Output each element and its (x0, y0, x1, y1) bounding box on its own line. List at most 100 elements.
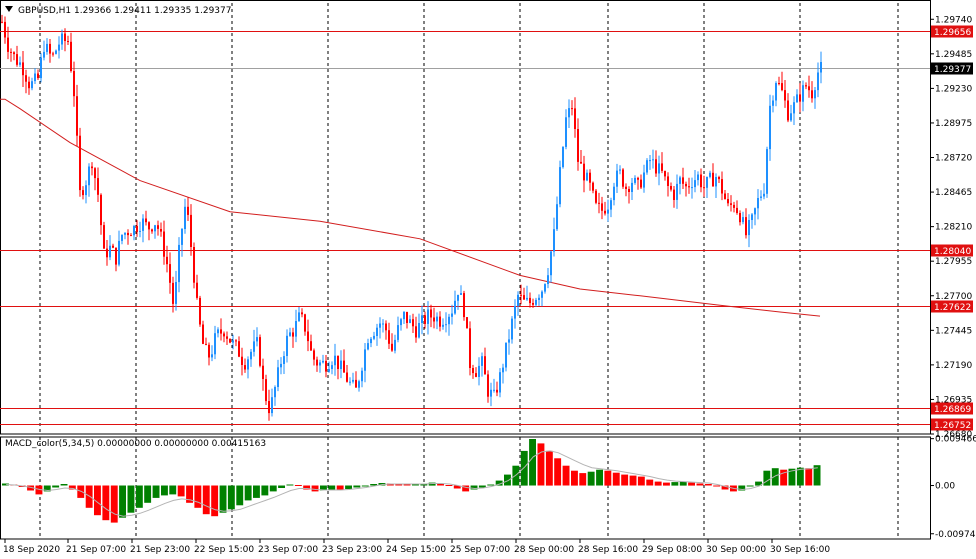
y-tick-label: 1.27955 (935, 257, 972, 267)
candle-body (403, 311, 405, 320)
candle-body (598, 202, 600, 204)
candle-body (154, 225, 156, 232)
candle-body (631, 182, 633, 192)
candle-body (610, 200, 612, 210)
candle-body (802, 85, 804, 102)
candle-body (13, 52, 15, 55)
macd-bar (713, 485, 721, 487)
candle-body (637, 177, 639, 180)
candle-body (334, 355, 336, 366)
candle-body (241, 356, 243, 365)
candle-body (742, 217, 744, 223)
macd-y-tick-label: 0.0094662 (935, 435, 976, 445)
candle-body (388, 330, 390, 344)
candle-body (271, 397, 273, 414)
candle-body (382, 323, 384, 325)
candle-body (412, 319, 414, 327)
candle-body (748, 220, 750, 236)
candle-body (280, 363, 282, 368)
candle-body (685, 183, 687, 187)
candle-body (817, 72, 819, 91)
macd-bar (227, 485, 235, 510)
macd-bar (805, 468, 813, 486)
candle-body (424, 315, 426, 324)
candle-body (220, 329, 222, 334)
macd-bar (102, 485, 110, 521)
candle-body (745, 217, 747, 236)
candle-body (481, 356, 483, 366)
candle-body (607, 209, 609, 214)
candle-body (106, 248, 108, 258)
macd-bar (571, 470, 578, 486)
y-tick-label: 1.28210 (935, 223, 972, 233)
candle-body (307, 331, 309, 342)
candle-body (553, 229, 555, 252)
candle-body (376, 327, 378, 336)
candle-body (556, 204, 558, 230)
macd-bar (587, 471, 595, 486)
macd-bar (194, 485, 202, 508)
candle-body (496, 389, 498, 393)
candle-body (304, 314, 306, 332)
macd-bar (504, 474, 511, 486)
y-tick-label: 1.29740 (935, 15, 972, 25)
candle-body (760, 196, 762, 198)
candle-body (25, 75, 27, 82)
candle-body (457, 294, 459, 301)
x-tick-label: 23 Sep 07:00 (258, 545, 318, 555)
candle-body (160, 229, 162, 232)
candle-body (4, 21, 6, 38)
x-tick-label: 21 Sep 23:00 (130, 545, 190, 555)
candle-body (103, 225, 105, 249)
candle-body (676, 183, 678, 200)
candle-body (787, 100, 789, 121)
macd-bar (152, 485, 160, 498)
candle-body (322, 360, 324, 363)
macd-bar (345, 485, 352, 489)
candle-body (244, 365, 246, 370)
macd-bar (629, 475, 637, 486)
candle-body (19, 62, 21, 65)
macd-bar (487, 484, 495, 486)
candle-body (373, 335, 375, 339)
candle-body (58, 44, 60, 51)
candle-body (493, 389, 495, 391)
macd-y-tick-label: -0.0097418 (935, 530, 976, 540)
candle-body (292, 332, 294, 337)
candle-body (262, 365, 264, 379)
x-tick-label: 24 Sep 15:00 (386, 545, 446, 555)
candle-body (541, 291, 543, 298)
candle-body (670, 186, 672, 190)
candle-body (661, 163, 663, 171)
candle-body (571, 108, 573, 110)
price-chart[interactable]: 1.296561.280401.276221.268691.267521.293… (0, 0, 976, 559)
candle-body (688, 186, 690, 188)
candle-body (118, 240, 120, 265)
candle-body (172, 282, 174, 304)
macd-bar (211, 485, 219, 517)
macd-bar (671, 482, 679, 486)
candle-body (43, 51, 45, 58)
candle-body (142, 218, 144, 231)
candle-body (448, 316, 450, 325)
candle-body (55, 50, 57, 54)
candle-body (100, 194, 102, 226)
candle-body (88, 166, 90, 186)
candle-body (175, 282, 177, 304)
candle-body (466, 317, 468, 329)
candle-body (145, 218, 147, 223)
candle-body (40, 57, 42, 79)
candle-body (295, 321, 297, 337)
candle-body (664, 170, 666, 177)
x-tick-label: 28 Sep 00:00 (514, 545, 574, 555)
candle-body (274, 387, 276, 398)
candle-body (439, 316, 441, 327)
candle-body (379, 323, 381, 328)
candle-body (499, 372, 501, 393)
candle-body (364, 349, 366, 371)
candle-body (232, 340, 234, 343)
x-tick-label: 28 Sep 16:00 (578, 545, 638, 555)
macd-bar (278, 485, 285, 488)
macd-bar (763, 470, 771, 486)
candle-body (331, 365, 333, 369)
